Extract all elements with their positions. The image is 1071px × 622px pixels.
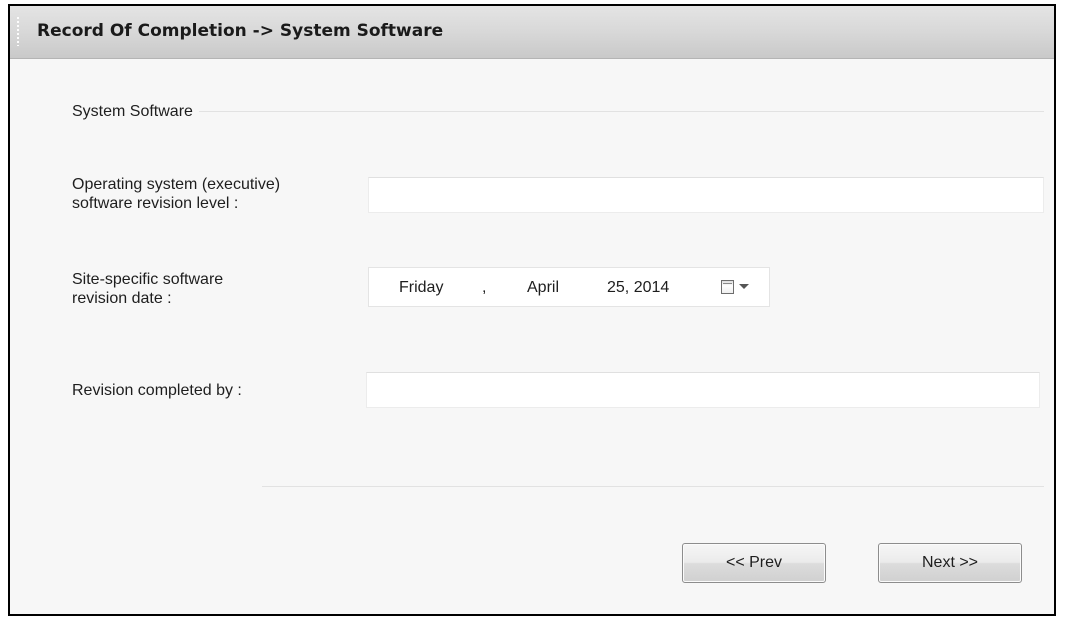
revision-date-label: Site-specific software revision date : (72, 270, 372, 308)
grip-handle-icon (17, 16, 19, 46)
os-revision-label-line1: Operating system (executive) (72, 176, 281, 193)
calendar-icon (721, 280, 734, 294)
section-divider (72, 111, 1044, 112)
completed-by-label: Revision completed by : (72, 382, 242, 399)
prev-button[interactable]: << Prev (682, 543, 826, 583)
group-divider (262, 486, 1044, 487)
revision-date-picker[interactable]: Friday , April 25, 2014 (368, 267, 770, 307)
revision-date-label-line2: revision date : (72, 290, 172, 307)
section-title: System Software (72, 103, 199, 121)
os-revision-label: Operating system (executive) software re… (72, 175, 372, 213)
next-button[interactable]: Next >> (878, 543, 1022, 583)
revision-date-label-line1: Site-specific software (72, 271, 224, 288)
calendar-dropdown-button[interactable] (719, 277, 759, 299)
date-month[interactable]: April (527, 279, 559, 297)
date-separator: , (482, 279, 487, 296)
wizard-panel: Record Of Completion -> System Software … (8, 4, 1056, 616)
completed-by-input[interactable] (366, 372, 1040, 408)
page-title: Record Of Completion -> System Software (37, 21, 444, 41)
os-revision-input[interactable] (368, 177, 1044, 213)
title-bar: Record Of Completion -> System Software (10, 6, 1054, 59)
date-weekday[interactable]: Friday (399, 279, 443, 297)
os-revision-label-line2: software revision level : (72, 195, 239, 212)
chevron-down-icon (739, 284, 749, 289)
date-day-year[interactable]: 25, 2014 (607, 279, 669, 297)
